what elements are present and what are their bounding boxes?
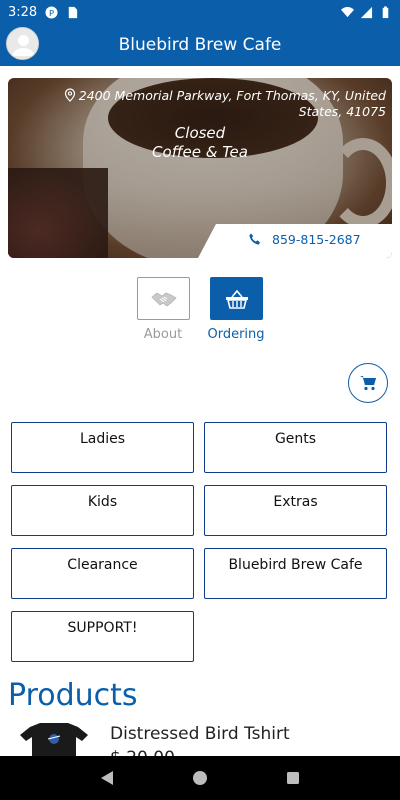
back-button[interactable] [97,768,117,788]
category-gents[interactable]: Gents [204,422,387,473]
hero-status-block: Closed Coffee & Tea [8,124,392,162]
category-clearance[interactable]: Clearance [11,548,194,599]
phone-icon [249,233,260,245]
signal-icon [360,6,373,18]
cart-icon [360,376,376,391]
tab-ordering-label[interactable]: Ordering [201,327,271,342]
tab-about[interactable] [137,277,190,320]
category-bluebird-brew-cafe[interactable]: Bluebird Brew Cafe [204,548,387,599]
category-kids[interactable]: Kids [11,485,194,536]
basket-icon [225,289,248,309]
category-ladies[interactable]: Ladies [11,422,194,473]
address-text: 2400 Memorial Parkway, Fort Thomas, KY, … [78,88,386,119]
app-title: Bluebird Brew Cafe [118,35,282,55]
recents-square-icon [287,772,300,784]
tab-about-label[interactable]: About [128,327,198,342]
home-circle-icon [192,771,207,785]
phone-number: 859-815-2687 [272,231,361,247]
business-category: Coffee & Tea [152,143,248,161]
sd-card-icon [68,6,78,18]
product-name[interactable]: Distressed Bird Tshirt [110,724,290,744]
phone-link[interactable]: 859-815-2687 [216,222,392,256]
cart-button[interactable] [348,363,388,403]
open-status: Closed [174,124,226,142]
address-line[interactable]: 2400 Memorial Parkway, Fort Thomas, KY, … [46,88,386,120]
category-extras[interactable]: Extras [204,485,387,536]
location-pin-icon [64,88,75,102]
category-support[interactable]: SUPPORT! [11,611,194,662]
home-button[interactable] [190,768,210,788]
svg-text:P: P [49,7,54,17]
back-triangle-icon [100,771,113,785]
handshake-icon [150,292,177,306]
status-bar: 3:28 P [0,0,400,24]
tab-ordering[interactable] [210,277,263,320]
system-nav-bar [0,756,400,800]
wifi-icon [341,6,354,17]
app-bar: Bluebird Brew Cafe [0,24,400,66]
avatar[interactable] [6,27,39,60]
battery-icon [382,5,389,18]
status-time: 3:28 [8,4,38,20]
products-heading: Products [8,678,138,713]
user-avatar-icon [7,28,38,59]
notification-p-icon: P [45,5,58,19]
recents-button[interactable] [283,768,303,788]
